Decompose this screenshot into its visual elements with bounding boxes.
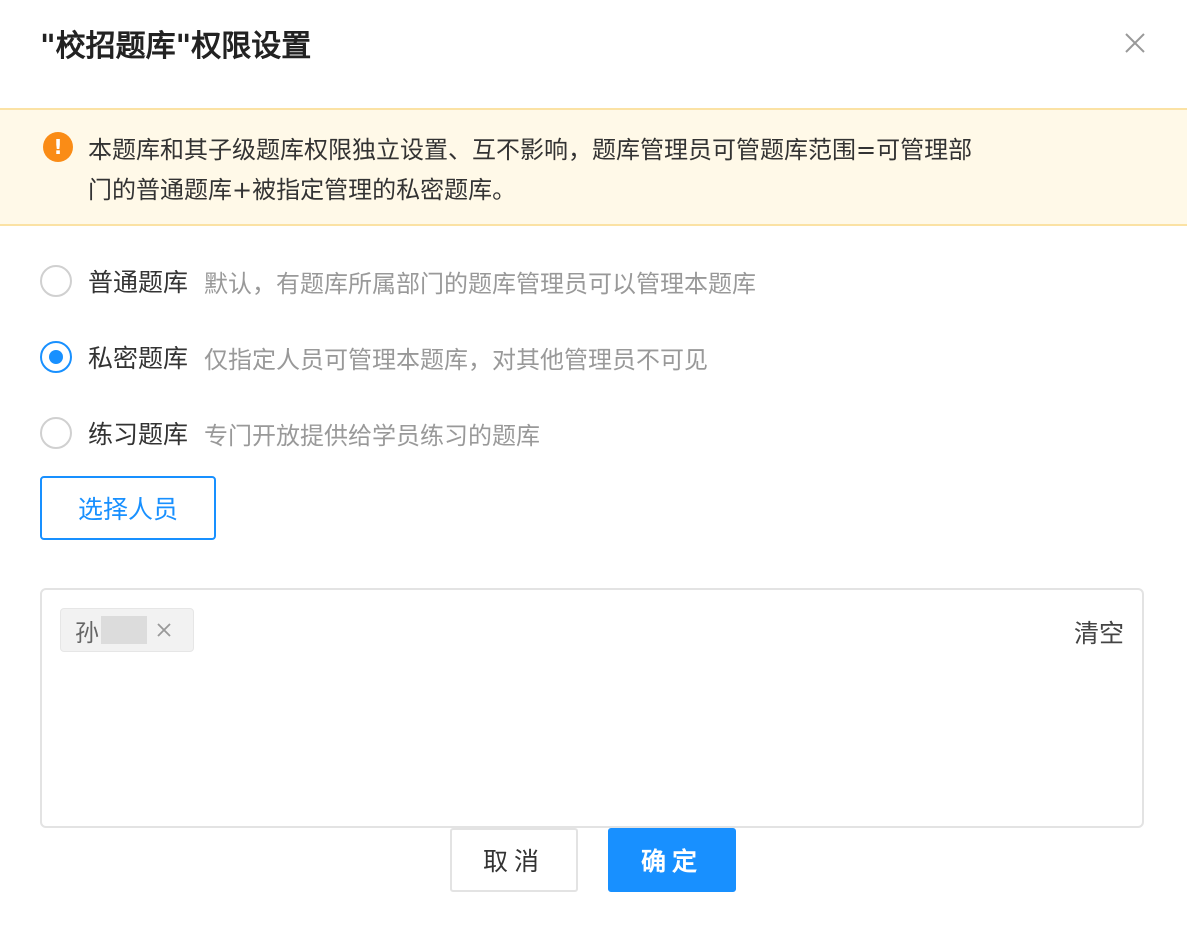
member-tag: 孙	[60, 608, 194, 652]
member-tag-name: 孙	[75, 618, 99, 647]
clear-all-link[interactable]: 清空	[1074, 614, 1124, 650]
option-practice-library[interactable]: 练习题库 专门开放提供给学员练习的题库	[40, 416, 540, 450]
dialog-title: "校招题库"权限设置	[40, 29, 312, 64]
close-icon[interactable]	[1120, 28, 1150, 58]
redacted-name-block	[101, 616, 147, 644]
exclamation-icon: !	[43, 132, 73, 162]
radio-practice-library[interactable]	[40, 417, 72, 449]
radio-normal-library[interactable]	[40, 265, 72, 297]
option-label: 普通题库	[88, 268, 189, 297]
option-description: 仅指定人员可管理本题库，对其他管理员不可见	[204, 345, 709, 374]
radio-private-library[interactable]	[40, 341, 72, 373]
option-description: 默认，有题库所属部门的题库管理员可以管理本题库	[204, 269, 757, 298]
alert-text: 本题库和其子级题库权限独立设置、互不影响，题库管理员可管题库范围=可管理部 门的…	[88, 136, 973, 204]
select-members-button[interactable]: 选择人员	[40, 476, 216, 540]
option-normal-library[interactable]: 普通题库 默认，有题库所属部门的题库管理员可以管理本题库	[40, 264, 756, 298]
option-private-library[interactable]: 私密题库 仅指定人员可管理本题库，对其他管理员不可见	[40, 340, 708, 374]
remove-tag-icon[interactable]	[155, 621, 173, 639]
option-label: 练习题库	[88, 420, 189, 449]
permission-dialog: "校招题库"权限设置 ! 本题库和其子级题库权限独立设置、互不影响，题库管理员可…	[0, 0, 1187, 927]
confirm-button[interactable]: 确定	[608, 828, 736, 892]
option-description: 专门开放提供给学员练习的题库	[204, 421, 541, 450]
info-alert: ! 本题库和其子级题库权限独立设置、互不影响，题库管理员可管题库范围=可管理部 …	[0, 108, 1187, 226]
option-label: 私密题库	[88, 344, 189, 373]
selected-members-box: 孙 清空	[40, 588, 1144, 828]
cancel-button[interactable]: 取消	[450, 828, 578, 892]
